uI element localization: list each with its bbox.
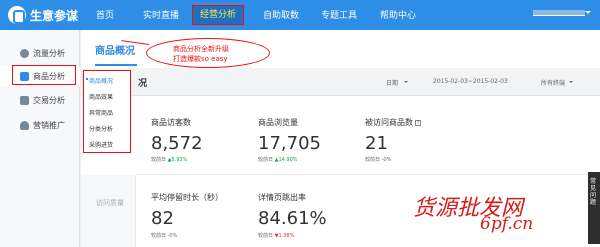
terminal-select[interactable]: 所有终端 [541,78,565,87]
top-nav: 生意参谋 首页 实时直播 经营分析 自助取数 专题工具 帮助中心 [0,0,600,30]
sidebar: 流量分析 商品分析 交易分析 营销推广 [0,30,80,247]
sidebar-item-traffic[interactable]: 流量分析 [0,43,80,63]
metric-label: 平均停留时长（秒） [151,193,223,202]
submenu-item-overview[interactable]: 商品概况 [86,76,113,85]
metric-compare: 较前日 -0% [365,157,392,163]
nav-item-help[interactable]: 帮助中心 [380,8,416,21]
nav-item-label: 经营分析 [199,10,236,20]
overview-heading: 况 [138,79,148,89]
user-menu[interactable] [533,10,591,16]
date-range[interactable]: 2015-02-03~2015-02-03 [433,78,508,85]
submenu-item-category[interactable]: 分类分析 [89,124,113,133]
metric-label: 详情页跳出率 [258,193,306,202]
section-tag-visit-quality: 访问质量 [81,175,136,247]
metric-value: 84.61% [258,208,327,229]
logo[interactable]: 生意参谋 [8,5,78,25]
nav-item-business-analysis[interactable]: 经营分析 [192,5,244,25]
metric-label: 商品访客数 [151,118,191,127]
help-icon[interactable]: ? [415,119,421,126]
nav-item-tools[interactable]: 专题工具 [321,8,357,21]
metric-value: 17,705 [258,133,321,154]
chevron-down-icon[interactable] [569,81,573,85]
metric-value: 82 [151,208,174,229]
metric-compare: 较前日 -0% [151,233,178,239]
side-tab-label: 常见问题 [590,178,597,206]
logo-icon [8,6,26,24]
divider [136,174,600,175]
submenu-item-purchase[interactable]: 采购进货 [89,140,113,149]
sidebar-item-label: 流量分析 [33,48,65,58]
overview-header: 况 日期 2015-02-03~2015-02-03 所有终端 [81,68,600,96]
callout-line-1: 商品分析全新升级 [173,45,229,53]
title-underline [95,64,137,66]
metric-compare: 较前日 ▼1.38% [258,233,295,239]
metric-label: 商品浏览量 [258,118,298,127]
bullet-icon [86,78,88,80]
highlight-frame [12,65,76,85]
annotation-callout: 商品分析全新升级 打造爆款so easy [146,38,270,68]
nav-item-live[interactable]: 实时直播 [143,8,179,21]
section-tag-label: 访问质量 [96,199,124,207]
metric-compare: 较前日 ▲14.90% [258,157,298,163]
page-title: 商品概况 [95,46,135,57]
metric-value: 21 [365,133,388,154]
traffic-icon [20,48,29,58]
marketing-icon [20,120,29,130]
sidebar-item-label: 营销推广 [33,120,65,130]
sidebar-item-label: 交易分析 [33,95,65,105]
submenu-item-effect[interactable]: 商品效果 [89,92,113,101]
chevron-down-icon[interactable] [404,81,408,85]
metric-value: 8,572 [151,133,203,154]
faq-side-tab[interactable]: 常见问题 [588,172,600,244]
callout-line-2: 打造爆款so easy [173,55,228,63]
sidebar-item-trade[interactable]: 交易分析 [0,90,80,110]
product-submenu: 商品概况 商品效果 异常商品 分类分析 采购进货 [83,70,131,153]
sidebar-item-marketing[interactable]: 营销推广 [0,115,80,135]
watermark-url: 6pf.cn [480,214,534,234]
metric-label: 被访问商品数? [365,118,421,127]
trade-icon [20,95,29,105]
submenu-item-abnormal[interactable]: 异常商品 [89,108,113,117]
nav-item-self-service[interactable]: 自助取数 [263,8,299,21]
app-name: 生意参谋 [30,8,79,23]
metric-compare: 较前日 ▲5.93% [151,157,188,163]
date-label: 日期 [386,80,399,87]
nav-item-home[interactable]: 首页 [96,8,114,21]
